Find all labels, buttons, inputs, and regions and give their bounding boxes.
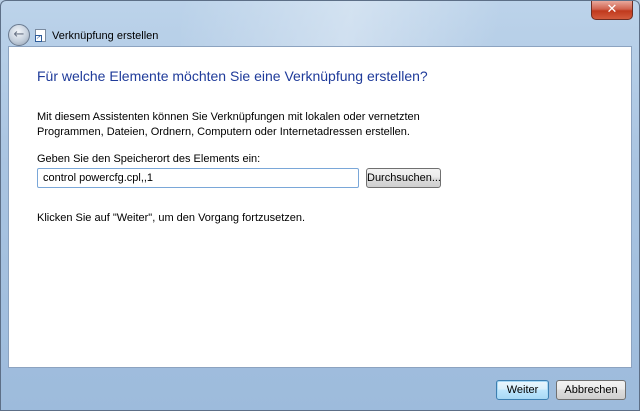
back-button[interactable]: ← xyxy=(8,24,30,46)
page-heading: Für welche Elemente möchten Sie eine Ver… xyxy=(37,68,428,84)
wizard-content: Für welche Elemente möchten Sie eine Ver… xyxy=(8,46,632,368)
shortcut-wizard-icon: ↗ xyxy=(35,29,46,42)
location-label: Geben Sie den Speicherort des Elements e… xyxy=(37,153,261,165)
browse-button[interactable]: Durchsuchen... xyxy=(366,168,441,188)
back-arrow-icon[interactable]: ← xyxy=(14,27,25,42)
continue-hint: Klicken Sie auf "Weiter", um den Vorgang… xyxy=(37,212,306,224)
close-button[interactable]: ✕ xyxy=(591,1,633,20)
title-bar[interactable]: ✕ ← ↗ Verknüpfung erstellen xyxy=(1,1,639,46)
cancel-button[interactable]: Abbrechen xyxy=(556,380,626,400)
close-icon[interactable]: ✕ xyxy=(607,2,618,17)
window-title: Verknüpfung erstellen xyxy=(52,30,159,42)
shortcut-arrow-icon: ↗ xyxy=(35,35,42,42)
location-input[interactable] xyxy=(37,168,359,188)
intro-text: Mit diesem Assistenten können Sie Verknü… xyxy=(37,111,420,138)
next-button[interactable]: Weiter xyxy=(496,380,549,400)
wizard-window: ✕ ← ↗ Verknüpfung erstellen Für welche E… xyxy=(0,0,640,411)
